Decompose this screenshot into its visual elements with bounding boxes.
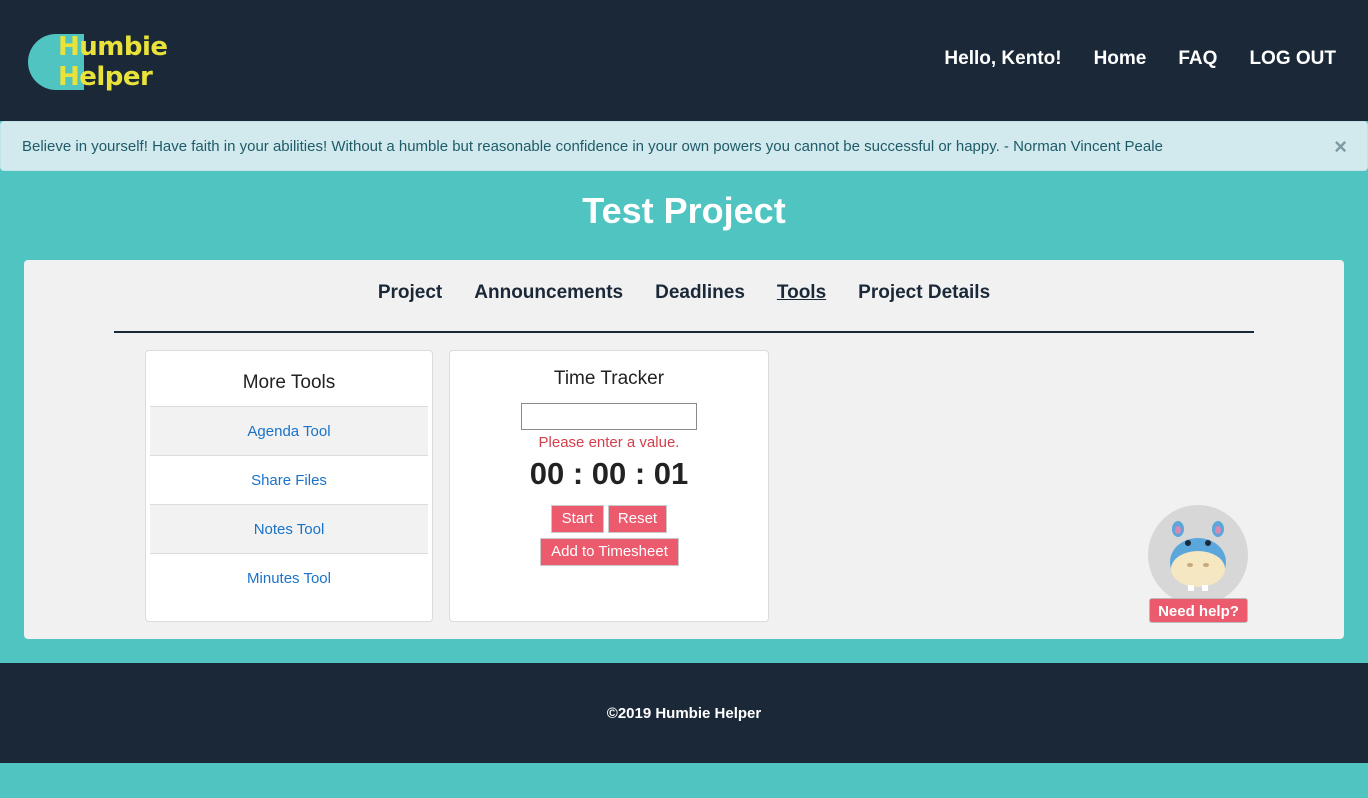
more-tools-panel: More Tools Agenda Tool Share Files Notes… [145, 350, 433, 622]
close-icon[interactable]: × [1334, 134, 1347, 160]
main-nav: Hello, Kento! Home FAQ LOG OUT [912, 48, 1336, 70]
add-to-timesheet-button[interactable]: Add to Timesheet [540, 538, 679, 566]
notes-tool-link[interactable]: Notes Tool [150, 504, 428, 553]
top-navbar: Humbie Helper Hello, Kento! Home FAQ LOG… [0, 0, 1368, 121]
logo-text: Humbie Helper [58, 32, 168, 92]
project-card: Project Announcements Deadlines Tools Pr… [24, 260, 1344, 639]
tab-announcements[interactable]: Announcements [474, 282, 623, 304]
start-button[interactable]: Start [551, 505, 604, 533]
validation-error: Please enter a value. [538, 434, 680, 451]
nav-faq-link[interactable]: FAQ [1178, 48, 1217, 70]
page-title: Test Project [582, 190, 786, 231]
minutes-tool-link[interactable]: Minutes Tool [150, 553, 428, 602]
more-tools-title: More Tools [242, 372, 336, 393]
time-tracker-title: Time Tracker [553, 368, 665, 389]
quote-text: Believe in yourself! Have faith in your … [22, 138, 1163, 155]
project-tabs: Project Announcements Deadlines Tools Pr… [24, 282, 1344, 304]
nav-home-link[interactable]: Home [1094, 48, 1147, 70]
quote-alert: Believe in yourself! Have faith in your … [0, 121, 1368, 171]
help-widget[interactable]: Need help? [1148, 505, 1248, 623]
time-tracker-panel: Time Tracker Please enter a value. 00 : … [449, 350, 769, 622]
logo-line-1: Humbie [58, 32, 168, 62]
humbie-helper-logo[interactable]: Humbie Helper [28, 32, 178, 96]
need-help-button[interactable]: Need help? [1149, 598, 1248, 623]
footer: ©2019 Humbie Helper [0, 663, 1368, 763]
nav-logout-link[interactable]: LOG OUT [1249, 48, 1336, 70]
copyright-text: ©2019 Humbie Helper [606, 705, 762, 722]
hippo-icon [1170, 521, 1226, 591]
tab-deadlines[interactable]: Deadlines [655, 282, 745, 304]
logo-line-2: Helper [58, 62, 153, 92]
tab-divider [114, 331, 1254, 333]
helper-avatar[interactable] [1148, 505, 1248, 605]
nav-greeting[interactable]: Hello, Kento! [944, 48, 1061, 70]
time-tracker-input[interactable] [521, 403, 697, 430]
tab-tools[interactable]: Tools [777, 282, 826, 304]
timer-display: 00 : 00 : 01 [529, 456, 689, 491]
tool-list: Agenda Tool Share Files Notes Tool Minut… [150, 406, 428, 602]
reset-button[interactable]: Reset [608, 505, 667, 533]
agenda-tool-link[interactable]: Agenda Tool [150, 406, 428, 455]
tab-project[interactable]: Project [378, 282, 442, 304]
share-files-link[interactable]: Share Files [150, 455, 428, 504]
tab-project-details[interactable]: Project Details [858, 282, 990, 304]
